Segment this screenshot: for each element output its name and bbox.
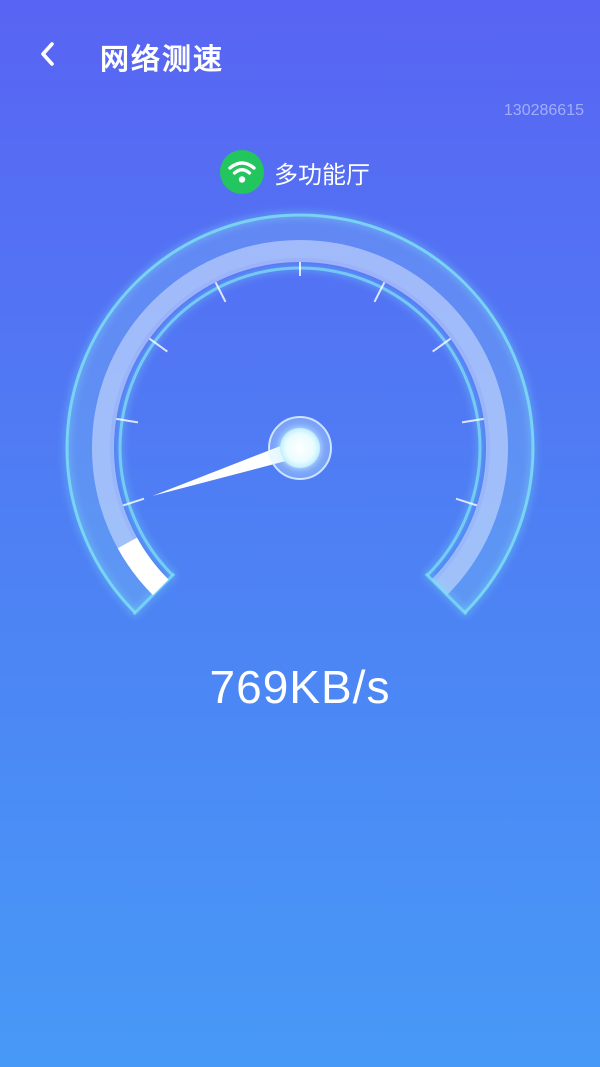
network-name: 多功能厅 (274, 160, 370, 189)
gauge-tick (116, 417, 139, 424)
id-label: 130286615 (503, 102, 584, 119)
speed-value: 769KB/s (209, 661, 391, 713)
page-title: 网络测速 (100, 42, 225, 76)
header: 网络测速 (0, 0, 600, 112)
network-info: 多功能厅 (220, 150, 370, 194)
wifi-icon (220, 150, 264, 194)
back-button[interactable] (28, 34, 68, 74)
gauge-tick (461, 417, 484, 424)
chevron-left-icon (41, 42, 54, 66)
gauge-hub (280, 428, 320, 468)
gauge-needle (152, 416, 332, 496)
speed-gauge (65, 213, 535, 616)
